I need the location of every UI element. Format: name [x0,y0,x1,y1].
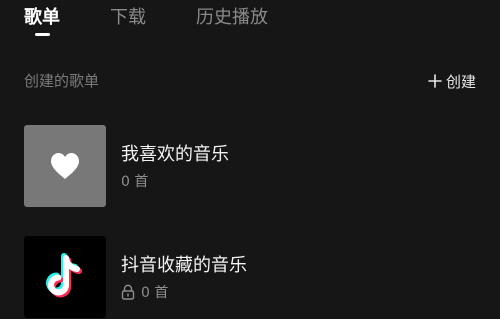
music-library-screen: 歌单 下载 历史播放 创建的歌单 创建 我喜欢的音乐 0 首 抖音收藏的音乐 0… [0,0,500,319]
active-tab-indicator [35,33,50,36]
tab-playlists[interactable]: 歌单 [24,6,60,30]
playlist-item-douyin[interactable]: 抖音收藏的音乐 0 首 [24,236,476,318]
create-playlist-button[interactable]: 创建 [428,69,476,93]
playlist-meta: 0 首 [121,171,148,191]
plus-icon [428,74,442,88]
playlist-meta: 0 首 [121,282,168,302]
library-tabs: 歌单 下载 历史播放 [0,0,500,44]
heart-icon [51,153,79,179]
playlist-name: 我喜欢的音乐 [121,144,229,165]
playlist-cover [24,236,106,318]
create-playlist-label: 创建 [445,72,476,91]
playlist-cover [24,125,106,207]
playlist-track-count: 0 首 [141,285,169,301]
playlist-name: 抖音收藏的音乐 [121,255,247,276]
playlist-track-count: 0 首 [121,174,149,190]
playlist-item-liked[interactable]: 我喜欢的音乐 0 首 [24,125,476,207]
douyin-logo-icon [46,253,82,298]
tab-history[interactable]: 历史播放 [196,6,268,30]
lock-icon [121,284,135,300]
tab-downloads[interactable]: 下载 [110,6,146,30]
section-title: 创建的歌单 [24,72,100,90]
